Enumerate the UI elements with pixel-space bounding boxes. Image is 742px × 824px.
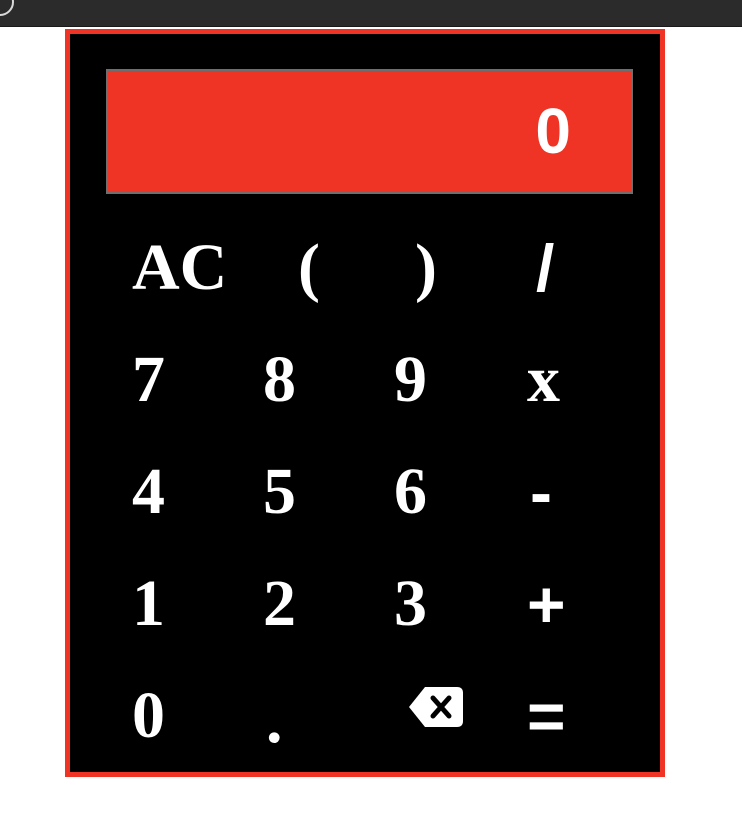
decimal-button[interactable]: . [266, 665, 397, 777]
digit-4-button[interactable]: 4 [132, 436, 263, 548]
clear-button[interactable]: AC [132, 212, 263, 324]
close-paren-button[interactable]: ) [415, 212, 546, 324]
digit-3-button[interactable]: 3 [394, 548, 525, 660]
equals-button[interactable]: = [527, 660, 658, 772]
browser-top-bar [0, 0, 742, 27]
subtract-button[interactable]: - [530, 436, 661, 548]
digit-9-button[interactable]: 9 [394, 324, 525, 436]
digit-5-button[interactable]: 5 [263, 436, 394, 548]
multiply-button[interactable]: x [527, 324, 658, 436]
backspace-icon [409, 687, 463, 727]
digit-6-button[interactable]: 6 [394, 436, 525, 548]
open-paren-button[interactable]: ( [298, 212, 429, 324]
window-control-icon[interactable] [0, 0, 14, 16]
add-button[interactable]: + [527, 548, 658, 660]
calculator-panel: 0 AC ( ) / 7 8 9 x 4 5 6 - 1 2 3 + 0 . = [65, 29, 665, 777]
digit-8-button[interactable]: 8 [263, 324, 394, 436]
digit-2-button[interactable]: 2 [263, 548, 394, 660]
backspace-button[interactable] [407, 685, 465, 729]
digit-1-button[interactable]: 1 [132, 548, 263, 660]
divide-button[interactable]: / [536, 212, 667, 324]
digit-7-button[interactable]: 7 [132, 324, 263, 436]
digit-0-button[interactable]: 0 [132, 660, 263, 772]
calculator-display: 0 [106, 69, 633, 194]
